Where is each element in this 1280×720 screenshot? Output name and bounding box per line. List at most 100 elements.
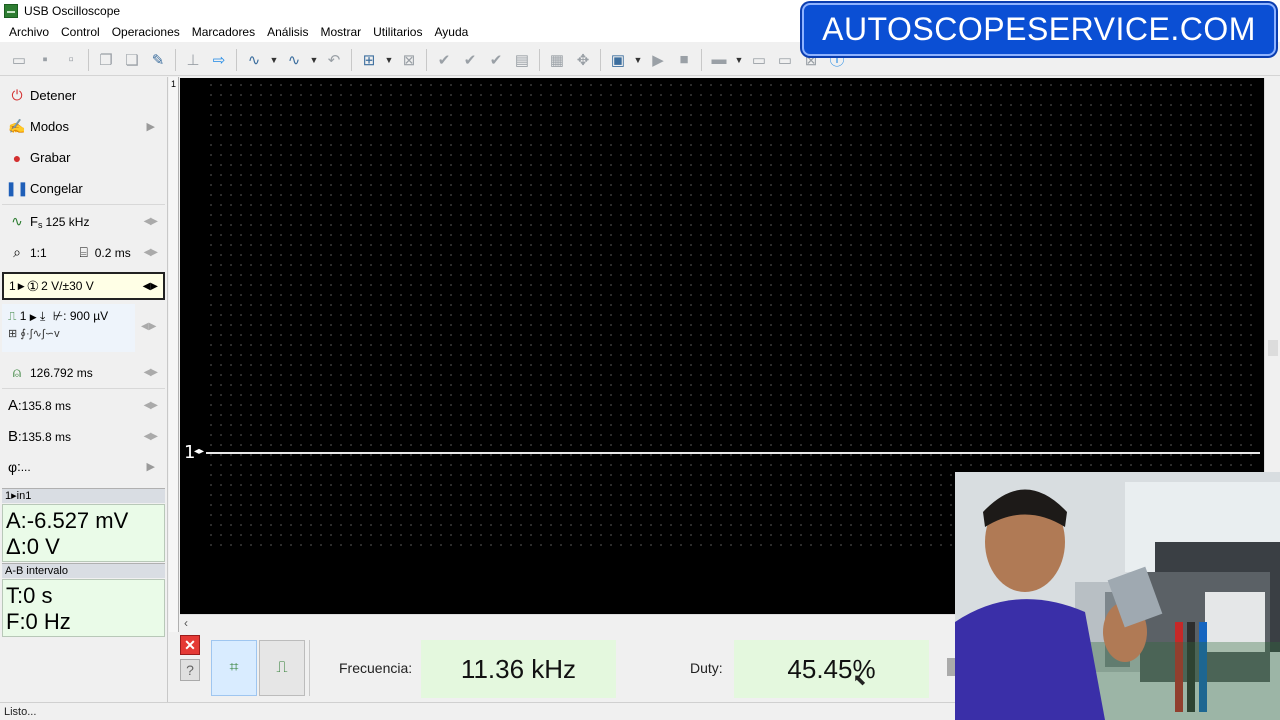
adjust-arrows-icon[interactable]: ◀▶ <box>144 216 158 227</box>
check2-icon[interactable]: ✔ <box>457 47 483 73</box>
adjust-arrows-icon[interactable]: ◀▶ <box>141 321 156 332</box>
zoom-icon[interactable]: ⊞ <box>356 47 382 73</box>
presenter-video-image <box>955 472 1280 720</box>
chevron-down-icon[interactable]: ▼ <box>307 47 321 73</box>
undo-icon[interactable]: ↶ <box>321 47 347 73</box>
toolbar-separator <box>426 48 427 71</box>
toolbar-separator <box>175 48 176 71</box>
stop-icon[interactable]: ■ <box>671 47 697 73</box>
frequency-label: Frecuencia: <box>339 660 413 676</box>
adjust-arrows-icon[interactable]: ◀▶ <box>144 247 158 258</box>
panel-edge-icon <box>947 658 955 676</box>
measurement-bar: ✕ ? ⌗ ⎍ Frecuencia: 11.36 kHz Duty: 45.4… <box>169 632 955 702</box>
period-control[interactable]: ⍝ 126.792 ms ◀▶ <box>2 358 165 387</box>
menu-control[interactable]: Control <box>55 22 106 42</box>
brand-banner: AUTOSCOPESERVICE.COM <box>802 3 1276 56</box>
menu-mostrar[interactable]: Mostrar <box>314 22 367 42</box>
chevron-down-icon[interactable]: ▼ <box>732 47 746 73</box>
webcam-overlay <box>955 472 1280 720</box>
grid-icon[interactable]: ▦ <box>544 47 570 73</box>
folder-icon[interactable]: ▣ <box>605 47 631 73</box>
chevron-right-icon: ▶ <box>146 121 155 133</box>
check3-icon[interactable]: ✔ <box>483 47 509 73</box>
channel-arrow-icon: ▶ <box>17 280 25 291</box>
freeze-button[interactable]: ❚❚ Congelar <box>2 174 165 203</box>
chevron-down-icon[interactable]: ▼ <box>382 47 396 73</box>
sample-rate-value: 125 kHz <box>45 214 90 229</box>
menu-analisis[interactable]: Análisis <box>261 22 314 42</box>
channel-marker-arrow-icon: ◂▸ <box>194 446 205 457</box>
help-button[interactable]: ? <box>180 659 200 681</box>
period-value: 126.792 ms <box>30 365 93 380</box>
cursor-icon[interactable]: ⊥ <box>180 47 206 73</box>
phase-control[interactable]: φ: ... ▶ <box>2 452 165 481</box>
brand-text: AUTOSCOPESERVICE.COM <box>822 11 1256 47</box>
record-button[interactable]: ● Grabar <box>2 143 165 172</box>
menu-archivo[interactable]: Archivo <box>3 22 55 42</box>
channel-info-box: A:-6.527 mV Δ:0 V <box>2 504 165 562</box>
probe-icon: ✍ <box>8 118 26 134</box>
copy-icon[interactable]: ❐ <box>93 47 119 73</box>
sample-rate-control[interactable]: ∿ F s 125 kHz ◀▶ <box>2 207 165 236</box>
channel-info-header: 1▸in1 <box>2 488 165 503</box>
axis-channel-number: 1 <box>171 79 177 89</box>
export-icon[interactable]: ⇨ <box>206 47 232 73</box>
close-measurement-button[interactable]: ✕ <box>180 635 200 655</box>
frequency-value-box: 11.36 kHz <box>421 640 616 698</box>
pulse-mode-button[interactable]: ⎍ <box>259 640 305 696</box>
timebase-icon: ⌸ <box>79 244 88 260</box>
toolbar-separator <box>351 48 352 71</box>
menu-marcadores[interactable]: Marcadores <box>186 22 261 42</box>
check-icon[interactable]: ✔ <box>431 47 457 73</box>
channel-1-range[interactable]: 1 ▶ ① 2 V/±30 V ◀▶ <box>2 272 165 300</box>
move-icon[interactable]: ✥ <box>570 47 596 73</box>
filter-icon[interactable]: ∿ <box>241 47 267 73</box>
frequency-mode-button[interactable]: ⌗ <box>211 640 257 696</box>
scroll-left-icon[interactable]: ‹ <box>184 616 188 630</box>
horizontal-scrollbar[interactable]: ‹ <box>180 614 955 632</box>
play-icon[interactable]: ▶ <box>645 47 671 73</box>
probe-icon[interactable]: ✎ <box>145 47 171 73</box>
adjust-arrows-icon[interactable]: ◀▶ <box>144 367 158 378</box>
app-icon <box>4 4 18 18</box>
trigger-line-1: ⎍ 1 ▶ ⤓ ⊬: 900 µV <box>8 309 135 324</box>
window2-icon[interactable]: ▭ <box>772 47 798 73</box>
period-icon: ⍝ <box>12 364 22 380</box>
window-icon[interactable]: ▭ <box>746 47 772 73</box>
menu-utilitarios[interactable]: Utilitarios <box>367 22 428 42</box>
adjust-arrows-icon[interactable]: ◀▶ <box>143 281 158 292</box>
toolbar-separator <box>539 48 540 71</box>
divider <box>2 388 165 389</box>
cursor-b-label: B <box>8 428 19 445</box>
zoom-ratio: 1:1 <box>30 245 47 260</box>
zoom-timebase-control[interactable]: ⌕ 1:1 ⌸ 0.2 ms ◀▶ <box>2 238 165 267</box>
menu-ayuda[interactable]: Ayuda <box>428 22 474 42</box>
cursor-a-value: 135.8 ms <box>21 398 71 413</box>
adjust-arrows-icon[interactable]: ◀▶ <box>144 431 158 442</box>
channel-axis-strip: 1 <box>169 77 179 637</box>
phase-value: ... <box>20 459 31 474</box>
cursor-b-control[interactable]: B: 135.8 ms ◀▶ <box>2 422 165 451</box>
toolbar-separator <box>600 48 601 71</box>
trigger-settings[interactable]: ⎍ 1 ▶ ⤓ ⊬: 900 µV ⊞ ∮·∫∿∫∽ᴠ <box>2 304 135 352</box>
stop-button[interactable]: ⏻ Detener <box>2 81 165 110</box>
menu-operaciones[interactable]: Operaciones <box>106 22 186 42</box>
layout-icon[interactable]: ▬ <box>706 47 732 73</box>
adjust-arrows-icon[interactable]: ◀▶ <box>144 400 158 411</box>
scrollbar-thumb[interactable] <box>1268 340 1278 356</box>
paste-icon[interactable]: ❏ <box>119 47 145 73</box>
cursor-a-reading: A:-6.527 mV <box>6 508 129 533</box>
filter2-icon[interactable]: ∿ <box>281 47 307 73</box>
cursor-a-control[interactable]: A: 135.8 ms ◀▶ <box>2 391 165 420</box>
chevron-down-icon[interactable]: ▼ <box>267 47 281 73</box>
chevron-down-icon[interactable]: ▼ <box>631 47 645 73</box>
channel-range-value: 2 V/±30 V <box>41 279 94 293</box>
delta-reading: Δ:0 V <box>6 534 60 559</box>
marker-icon[interactable]: ⊠ <box>396 47 422 73</box>
freq-reading: F:0 Hz <box>6 609 71 634</box>
modes-menu[interactable]: ✍ Modos ▶ <box>2 112 165 141</box>
save-icon[interactable]: ▪ <box>32 47 58 73</box>
doc-icon[interactable]: ▤ <box>509 47 535 73</box>
save-as-icon[interactable]: ▫ <box>58 47 84 73</box>
open-icon[interactable]: ▭ <box>6 47 32 73</box>
